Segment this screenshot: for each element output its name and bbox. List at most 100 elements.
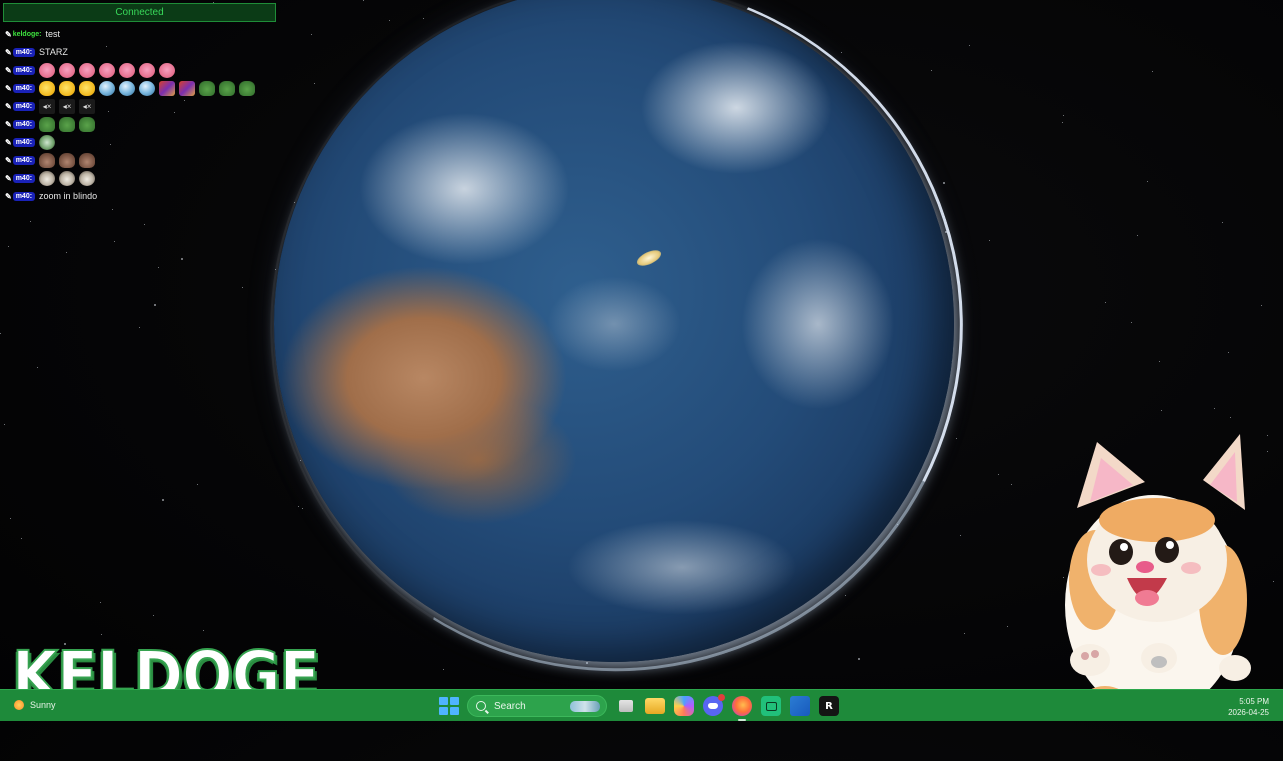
- star-dot: [998, 474, 999, 475]
- copilot-icon[interactable]: [674, 696, 694, 716]
- star-dot: [1105, 302, 1106, 303]
- star-dot: [37, 367, 38, 368]
- star-dot: [1147, 181, 1148, 182]
- cat-emote: [59, 152, 76, 168]
- star-dot: [203, 630, 204, 631]
- star-dot: [162, 499, 164, 501]
- search-highlight-graphic: [570, 701, 600, 712]
- star-dot: [363, 0, 364, 1]
- frog-emote: [199, 80, 216, 96]
- star-dot: [858, 658, 860, 660]
- pencil-icon: ✎: [5, 173, 12, 183]
- discord-icon[interactable]: [703, 694, 725, 716]
- terminal-icon[interactable]: [761, 696, 781, 716]
- chat-message: ✎ m40:: [5, 115, 275, 133]
- chat-username: ✎ m40:: [5, 119, 36, 129]
- chat-text: zoom in blindo: [39, 191, 98, 201]
- chat-username: ✎ m40:: [5, 137, 36, 147]
- star-dot: [298, 506, 299, 507]
- clock-date: 2026-04-25: [1228, 708, 1269, 717]
- star-dot: [1152, 71, 1153, 72]
- chat-username: ✎ m40:: [5, 83, 36, 93]
- frog-hand-emote: [39, 116, 56, 132]
- chat-message: ✎ m40:: [5, 169, 275, 187]
- star-dot: [1159, 361, 1160, 362]
- sun-icon: [14, 700, 24, 710]
- clock-time: 5:05 PM: [1239, 697, 1269, 706]
- cat-emote: [79, 152, 96, 168]
- star-dot: [144, 224, 145, 225]
- star-dot: [389, 20, 390, 21]
- pencil-icon: ✎: [5, 119, 12, 129]
- chat-message: ✎ m40:: [5, 61, 275, 79]
- username-label: m40:: [12, 83, 36, 93]
- mute-emote: ◂×: [59, 98, 76, 114]
- pencil-icon: ✎: [5, 47, 12, 57]
- pencil-icon: ✎: [5, 101, 12, 111]
- star-dot: [154, 304, 156, 306]
- r-app-icon[interactable]: R: [819, 696, 839, 716]
- mix-emote: [159, 80, 176, 96]
- star-dot: [0, 333, 1, 334]
- frog-emote: [239, 80, 256, 96]
- weather-label: Sunny: [30, 700, 56, 710]
- star-dot: [302, 508, 303, 509]
- star-dot: [158, 267, 159, 268]
- windows-start-icon[interactable]: [438, 696, 459, 716]
- pencil-icon: ✎: [5, 65, 12, 75]
- chat-text: STARZ: [39, 47, 68, 57]
- chat-text: test: [45, 29, 61, 39]
- star-dot: [1161, 410, 1162, 411]
- star-dot: [100, 602, 101, 603]
- star-dot: [114, 241, 115, 242]
- frog-hand-emote: [79, 116, 96, 132]
- star-dot: [1228, 352, 1229, 353]
- file-explorer-icon[interactable]: [645, 698, 665, 714]
- system-clock[interactable]: 5:05 PM 2026-04-25: [1228, 696, 1269, 718]
- chat-username: ✎ m40:: [5, 47, 36, 57]
- glass-sphere-emote: [119, 80, 136, 96]
- star-dot: [943, 182, 945, 184]
- star-dot: [1007, 626, 1008, 627]
- chat-message: ✎ m40:: [5, 151, 275, 169]
- star-dot: [314, 83, 315, 84]
- star-dot: [153, 615, 154, 616]
- cat-emote: [39, 152, 56, 168]
- active-indicator: [738, 719, 746, 721]
- kirby-emote: [59, 62, 76, 78]
- username-label: m40:: [12, 47, 36, 57]
- chat-message: ✎ keldoge: test: [5, 25, 275, 43]
- hand-emote: [39, 134, 56, 150]
- chat-message: ✎ m40: ◂× ◂× ◂×: [5, 97, 275, 115]
- star-dot: [21, 538, 22, 539]
- firefox-icon[interactable]: [732, 696, 752, 721]
- mute-emote: ◂×: [79, 98, 96, 114]
- frog-emote: [219, 80, 236, 96]
- chat-overlay: ✎ keldoge: test ✎ m40: STARZ ✎ m40: ✎ m40: ✎ m40: ◂×…: [5, 25, 275, 205]
- kirby-emote: [159, 62, 176, 78]
- username-label: m40:: [12, 137, 36, 147]
- yellow-face-emote: [59, 80, 76, 96]
- star-dot: [311, 34, 312, 35]
- username-label: m40:: [12, 191, 36, 201]
- star-dot: [969, 45, 970, 46]
- chat-username: ✎ m40:: [5, 155, 36, 165]
- mute-emote: ◂×: [39, 98, 56, 114]
- username-label: m40:: [12, 101, 36, 111]
- task-view-icon[interactable]: [616, 696, 636, 716]
- taskbar-search[interactable]: Search: [467, 695, 607, 717]
- star-dot: [1230, 417, 1231, 418]
- word-icon[interactable]: [790, 696, 810, 716]
- chat-username: ✎ m40:: [5, 191, 36, 201]
- username-label: keldoge:: [12, 30, 42, 38]
- star-dot: [960, 535, 961, 536]
- star-dot: [10, 518, 11, 519]
- star-dot: [101, 634, 102, 635]
- weather-widget[interactable]: Sunny: [14, 700, 56, 710]
- pencil-icon: ✎: [5, 155, 12, 165]
- star-dot: [989, 240, 990, 241]
- yellow-face-emote: [79, 80, 96, 96]
- kirby-emote: [119, 62, 136, 78]
- star-dot: [956, 438, 957, 439]
- chat-message: ✎ m40:: [5, 133, 275, 151]
